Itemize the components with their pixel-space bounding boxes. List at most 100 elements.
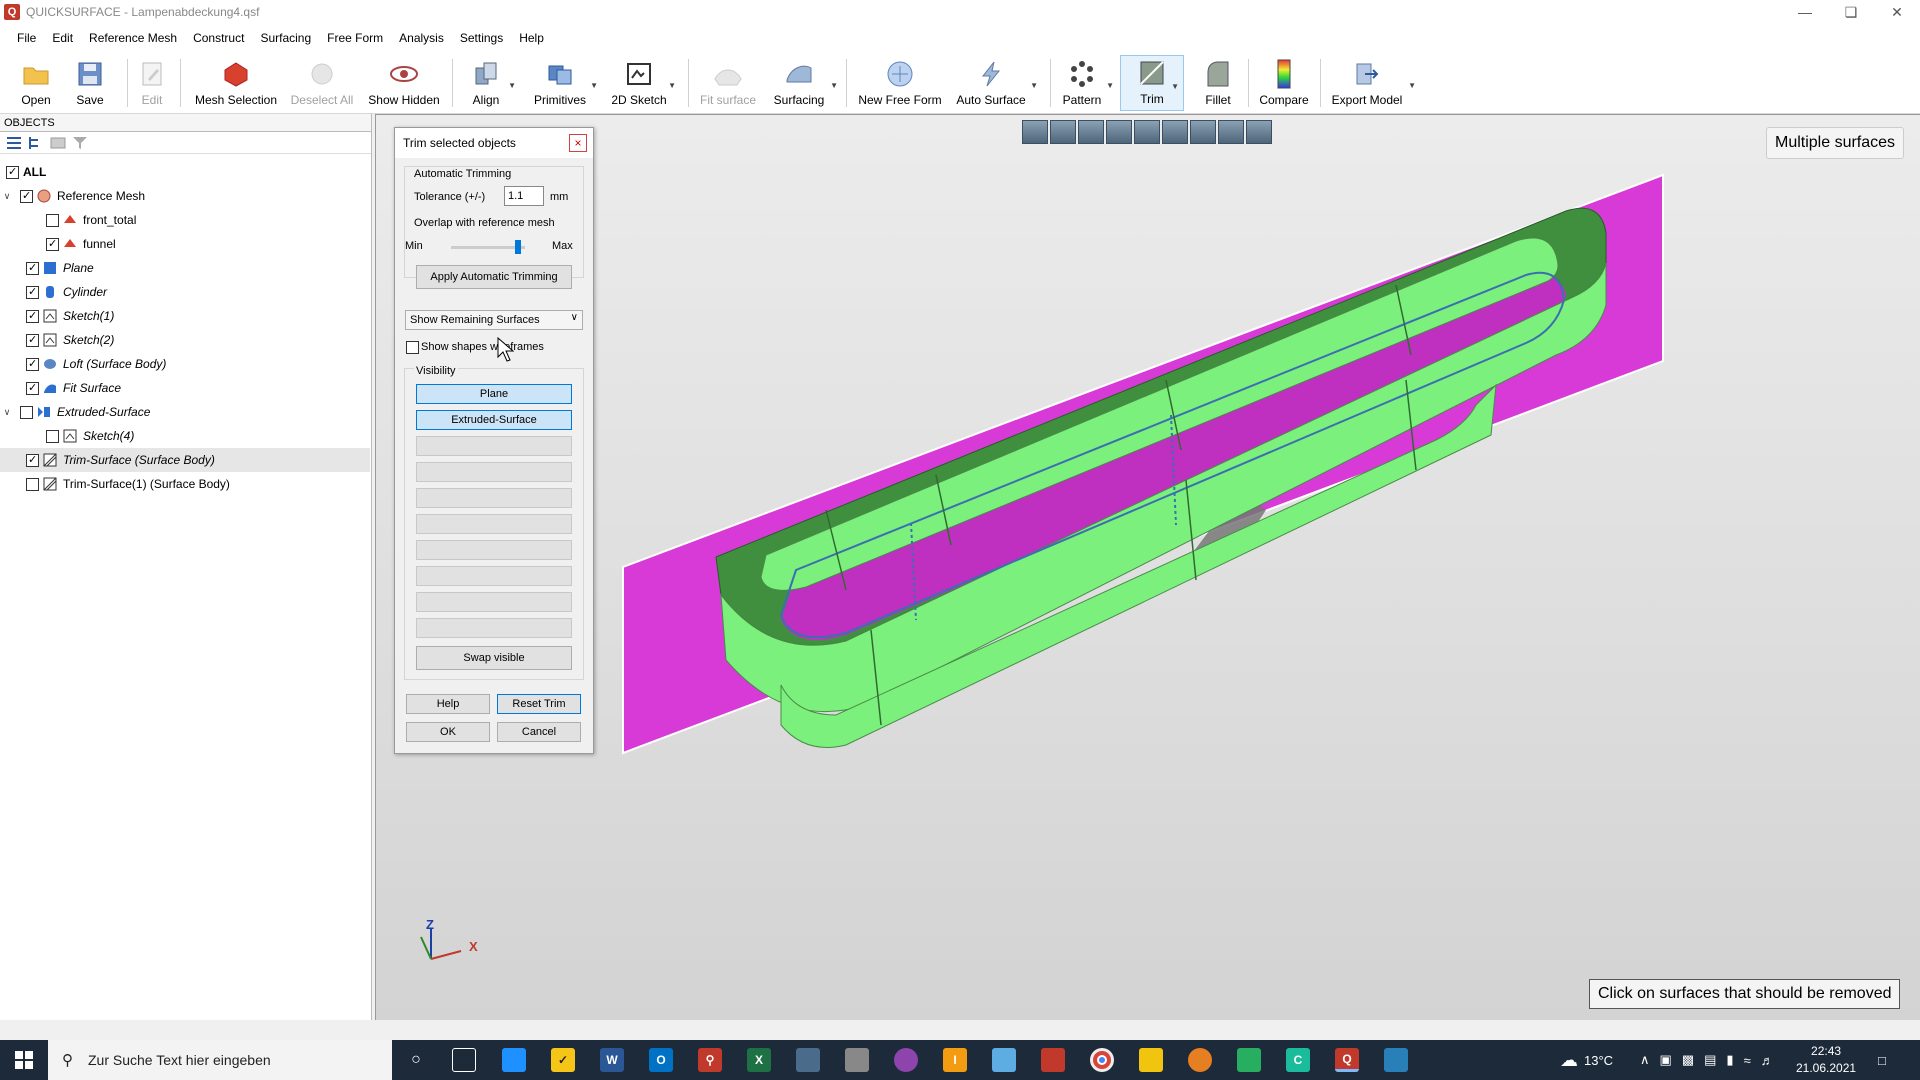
- filter-icon[interactable]: [72, 136, 88, 150]
- tree-item-trim-surface[interactable]: Trim-Surface (Surface Body): [0, 448, 370, 472]
- apply-automatic-trimming-button[interactable]: Apply Automatic Trimming: [416, 265, 572, 289]
- chevron-down-icon[interactable]: ∨: [0, 191, 14, 202]
- overlap-slider-thumb[interactable]: [514, 240, 521, 254]
- app-icon[interactable]: C: [1286, 1048, 1310, 1072]
- clock[interactable]: 22:43 21.06.2021: [1796, 1043, 1856, 1077]
- search-app-icon[interactable]: ⚲: [698, 1048, 722, 1072]
- tree-item-all[interactable]: ALL: [0, 160, 370, 184]
- minimize-button[interactable]: —: [1782, 0, 1828, 24]
- swap-visible-button[interactable]: Swap visible: [416, 646, 572, 670]
- primitives-button[interactable]: Primitives ▼: [532, 55, 598, 111]
- visibility-slot[interactable]: [416, 618, 572, 638]
- open-button[interactable]: Open: [14, 55, 58, 111]
- quicksurface-taskbar-icon[interactable]: Q: [1335, 1048, 1359, 1072]
- chrome-icon[interactable]: [1090, 1048, 1114, 1072]
- checkbox[interactable]: [46, 213, 59, 227]
- checkbox[interactable]: [46, 429, 59, 443]
- visibility-slot[interactable]: [416, 540, 572, 560]
- menu-settings[interactable]: Settings: [452, 31, 511, 45]
- tolerance-input[interactable]: [504, 186, 544, 206]
- menu-surfacing[interactable]: Surfacing: [252, 31, 319, 45]
- export-model-button[interactable]: Export Model ▼: [1330, 55, 1416, 111]
- checkbox[interactable]: [26, 357, 39, 371]
- visibility-plane-button[interactable]: Plane: [416, 384, 572, 404]
- menu-edit[interactable]: Edit: [44, 31, 81, 45]
- close-icon[interactable]: ×: [569, 134, 587, 152]
- ok-button[interactable]: OK: [406, 722, 490, 742]
- app-icon[interactable]: [845, 1048, 869, 1072]
- restore-button[interactable]: ❏: [1828, 0, 1874, 24]
- edit-button[interactable]: Edit: [134, 55, 170, 111]
- menu-construct[interactable]: Construct: [185, 31, 252, 45]
- align-dropdown-icon[interactable]: ▼: [508, 81, 516, 90]
- auto-surface-dropdown-icon[interactable]: ▼: [1030, 81, 1038, 90]
- compare-button[interactable]: Compare: [1256, 55, 1312, 111]
- auto-surface-button[interactable]: Auto Surface ▼: [954, 55, 1038, 111]
- view-left-icon[interactable]: [1106, 120, 1132, 144]
- task-view-icon[interactable]: [452, 1048, 476, 1072]
- tree-item-sketch-1[interactable]: Sketch(1): [0, 304, 370, 328]
- wifi-icon[interactable]: ≈: [1744, 1053, 1751, 1068]
- app-icon[interactable]: I: [943, 1048, 967, 1072]
- checkbox[interactable]: [26, 285, 39, 299]
- tree-item-fit-surface[interactable]: Fit Surface: [0, 376, 370, 400]
- help-button[interactable]: Help: [406, 694, 490, 714]
- view-right-icon[interactable]: [1134, 120, 1160, 144]
- fillet-button[interactable]: Fillet: [1196, 55, 1240, 111]
- save-button[interactable]: Save: [68, 55, 112, 111]
- explorer-icon[interactable]: [1139, 1048, 1163, 1072]
- visibility-slot[interactable]: [416, 592, 572, 612]
- chevron-up-icon[interactable]: ∧: [1640, 1052, 1650, 1068]
- menu-help[interactable]: Help: [511, 31, 552, 45]
- phone-app-icon[interactable]: [502, 1048, 526, 1072]
- wireframes-checkbox[interactable]: [406, 341, 419, 354]
- show-hidden-button[interactable]: Show Hidden: [366, 55, 442, 111]
- reset-trim-button[interactable]: Reset Trim: [497, 694, 581, 714]
- zoom-fit-icon[interactable]: [1022, 120, 1048, 144]
- primitives-dropdown-icon[interactable]: ▼: [590, 81, 598, 90]
- visibility-slot[interactable]: [416, 436, 572, 456]
- tree-item-front-total[interactable]: front_total: [0, 208, 370, 232]
- tree-item-funnel[interactable]: funnel: [0, 232, 370, 256]
- sketch-dropdown-icon[interactable]: ▼: [668, 81, 676, 90]
- task-app-icon[interactable]: ✓: [551, 1048, 575, 1072]
- tray-icon[interactable]: ▣: [1660, 1052, 1672, 1068]
- menu-file[interactable]: File: [9, 31, 44, 45]
- deselect-all-button[interactable]: Deselect All: [290, 55, 354, 111]
- view-bottom-icon[interactable]: [1190, 120, 1216, 144]
- menu-free-form[interactable]: Free Form: [319, 31, 391, 45]
- tree-item-plane[interactable]: Plane: [0, 256, 370, 280]
- close-window-button[interactable]: ✕: [1874, 0, 1920, 24]
- tree-item-sketch-4[interactable]: Sketch(4): [0, 424, 370, 448]
- 3d-viewport[interactable]: Z X: [375, 114, 1920, 1020]
- surfacing-button[interactable]: Surfacing ▼: [770, 55, 838, 111]
- chevron-down-icon[interactable]: ∨: [0, 407, 14, 418]
- trim-dropdown-icon[interactable]: ▼: [1171, 82, 1179, 91]
- word-icon[interactable]: W: [600, 1048, 624, 1072]
- sketch-2d-button[interactable]: 2D Sketch ▼: [611, 55, 676, 111]
- notifications-icon[interactable]: □: [1878, 1040, 1886, 1080]
- app-icon[interactable]: [992, 1048, 1016, 1072]
- tree-item-cylinder[interactable]: Cylinder: [0, 280, 370, 304]
- tree-item-reference-mesh[interactable]: ∨ Reference Mesh: [0, 184, 370, 208]
- visibility-slot[interactable]: [416, 514, 572, 534]
- checkbox[interactable]: [46, 237, 59, 251]
- list-view-icon[interactable]: [6, 136, 22, 150]
- visibility-slot[interactable]: [416, 488, 572, 508]
- new-free-form-button[interactable]: New Free Form: [858, 55, 942, 111]
- model-render[interactable]: [376, 115, 1920, 1021]
- visibility-slot[interactable]: [416, 462, 572, 482]
- view-front-icon[interactable]: [1050, 120, 1076, 144]
- view-reset-icon[interactable]: [1246, 120, 1272, 144]
- cortana-icon[interactable]: ○: [404, 1048, 428, 1072]
- outlook-icon[interactable]: O: [649, 1048, 673, 1072]
- weather-widget[interactable]: ☁ 13°C: [1560, 1040, 1613, 1080]
- taskbar-search[interactable]: ⚲ Zur Suche Text hier eingeben: [48, 1040, 392, 1080]
- checkbox[interactable]: [6, 165, 19, 179]
- surfacing-dropdown-icon[interactable]: ▼: [830, 81, 838, 90]
- visibility-extruded-surface-button[interactable]: Extruded-Surface: [416, 410, 572, 430]
- checkbox[interactable]: [20, 189, 33, 203]
- checkbox[interactable]: [26, 381, 39, 395]
- excel-icon[interactable]: X: [747, 1048, 771, 1072]
- app-icon[interactable]: [894, 1048, 918, 1072]
